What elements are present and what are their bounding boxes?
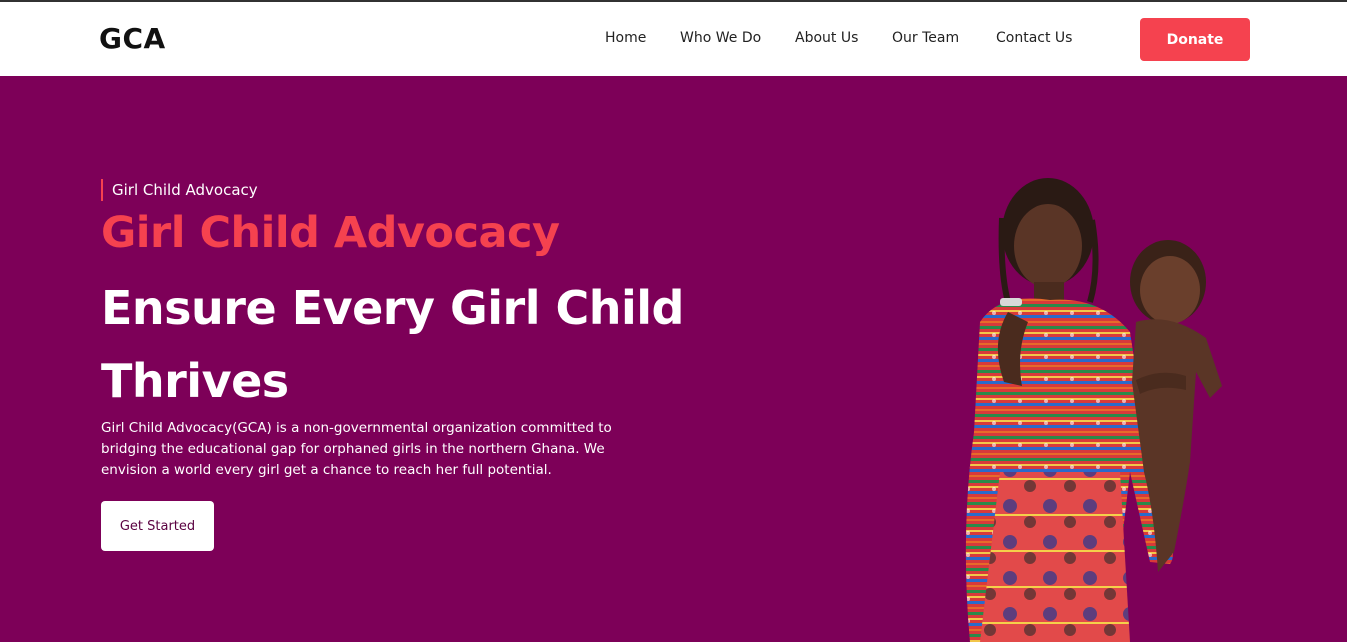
hero-description: Girl Child Advocacy(GCA) is a non-govern… <box>101 420 612 478</box>
navbar: GCA Home Who We Do About Us Our Team Con… <box>0 2 1347 76</box>
hero-photo <box>965 178 1222 642</box>
nav-link-home[interactable]: Home <box>605 30 646 46</box>
nav-link-who-we-do[interactable]: Who We Do <box>680 30 761 46</box>
nav-link-about-us[interactable]: About Us <box>795 30 858 46</box>
site-logo[interactable]: GCA <box>99 22 166 55</box>
donate-button[interactable]: Donate <box>1140 18 1250 61</box>
hero-eyebrow: Girl Child Advocacy <box>101 179 258 201</box>
get-started-button[interactable]: Get Started <box>101 501 214 551</box>
nav-link-our-team[interactable]: Our Team <box>892 30 959 46</box>
hero-title: Ensure Every Girl Child Thrives <box>101 281 684 408</box>
hero-section: Girl Child Advocacy Girl Child Advocacy … <box>0 76 1347 642</box>
hero-accent-title: Girl Child Advocacy <box>101 208 560 258</box>
nav-link-contact-us[interactable]: Contact Us <box>996 30 1072 46</box>
